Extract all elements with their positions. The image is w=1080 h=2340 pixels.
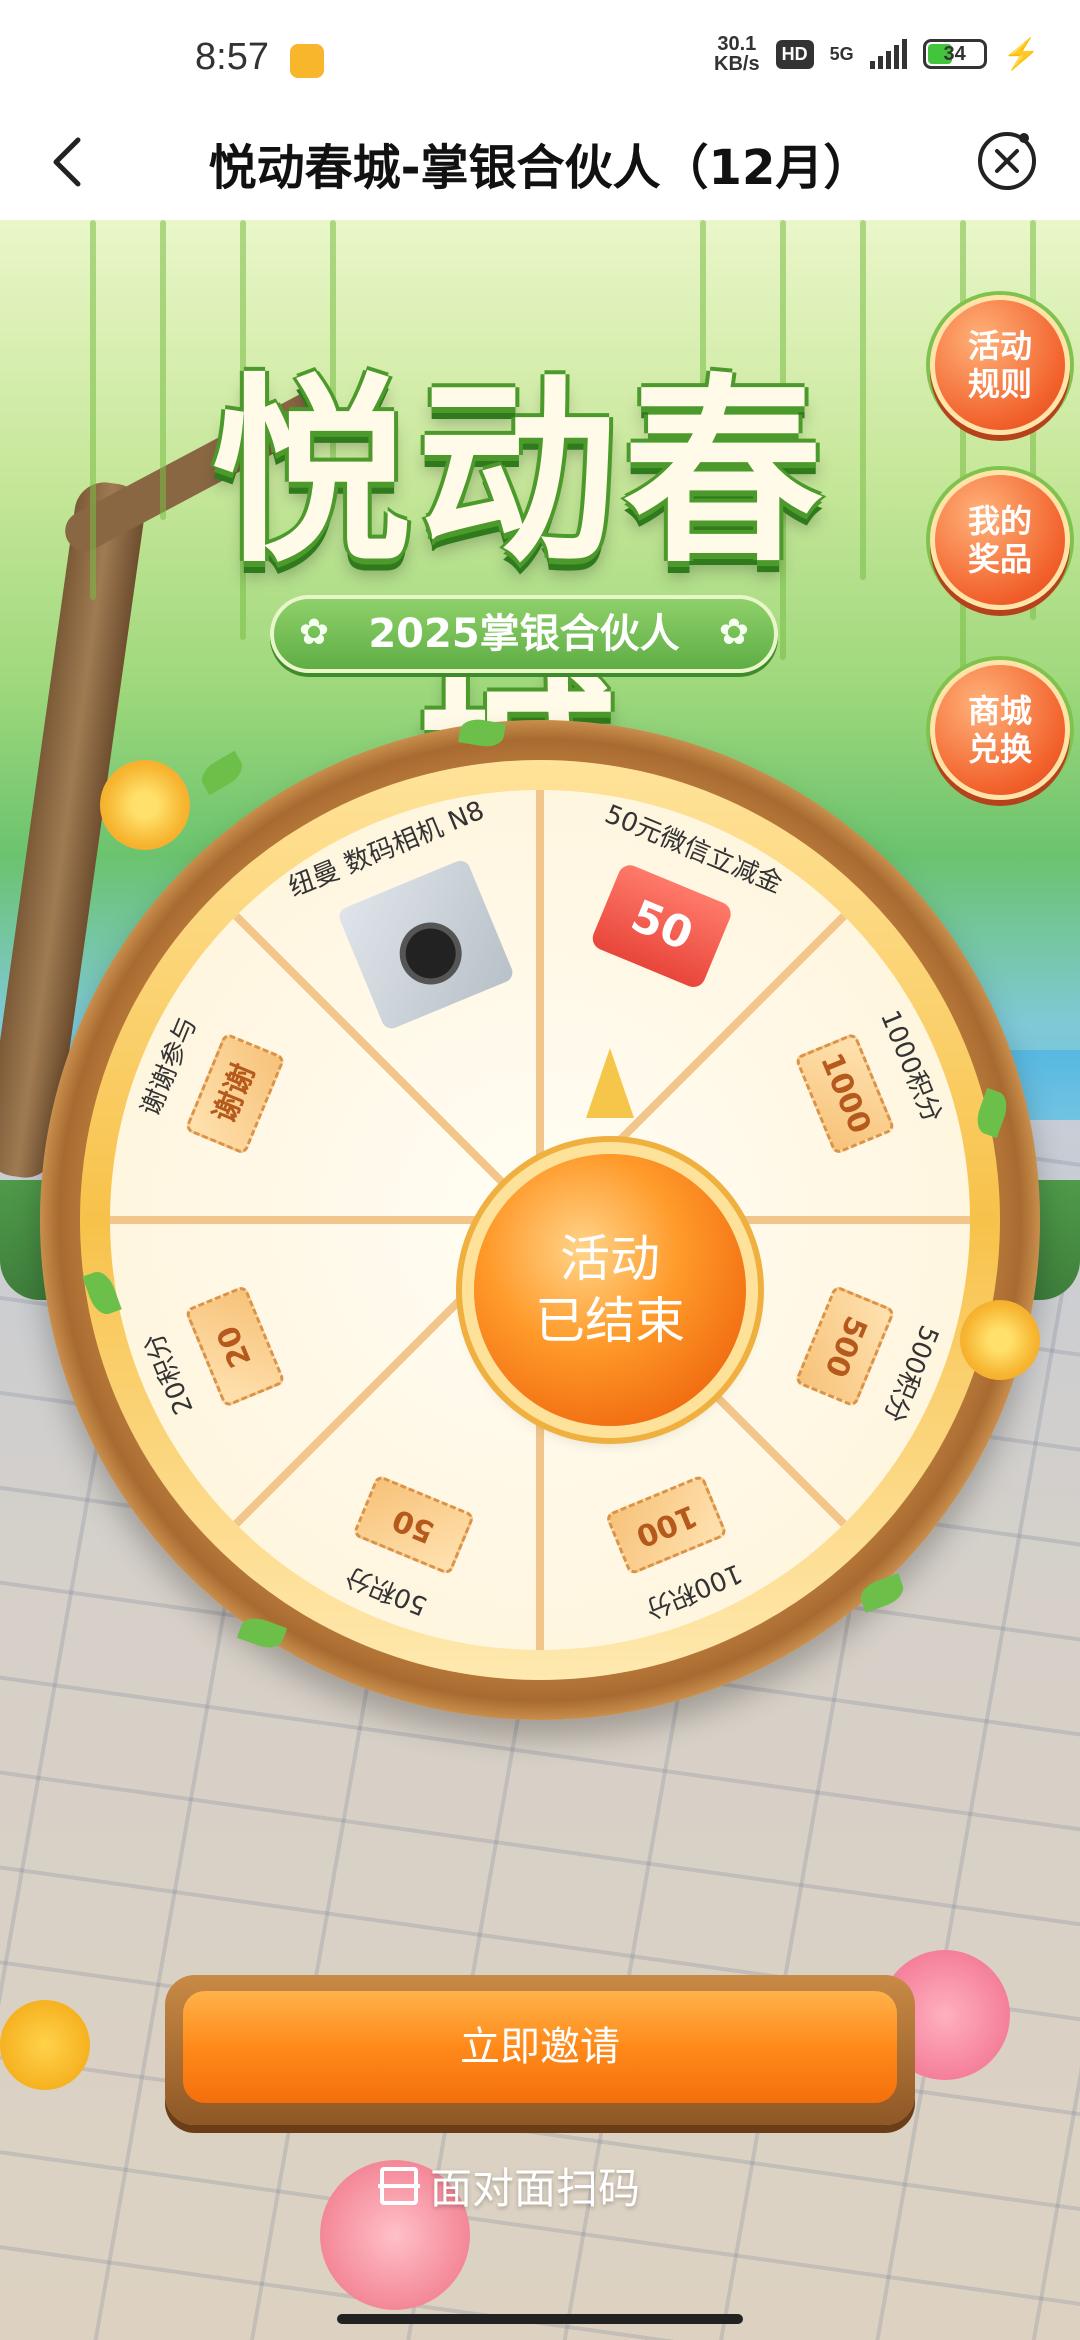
battery-level: 34 xyxy=(943,42,966,65)
willow-strand xyxy=(90,220,96,600)
flower-icon: ✿ xyxy=(718,612,750,653)
points-ticket: 50 xyxy=(352,1474,476,1576)
close-icon[interactable] xyxy=(974,128,1040,194)
hd-badge: HD xyxy=(775,39,814,69)
page-title: 悦动春城-掌银合伙人（12月） xyxy=(208,140,872,196)
flower-decoration xyxy=(960,1300,1040,1380)
network-speed-unit: KB/s xyxy=(714,53,760,75)
status-indicators: 30.1 KB/s HD 5G 34 ⚡ xyxy=(714,34,1040,74)
status-time: 8:57 xyxy=(195,36,269,78)
wheel-pointer xyxy=(586,1048,634,1118)
wheel-face: 50元微信立减金 50 1000积分 1000 500积分 500 100积分 … xyxy=(110,790,970,1650)
center-label-2: 已结束 xyxy=(535,1292,685,1350)
flower-decoration xyxy=(0,2000,90,2090)
leaf-decoration xyxy=(196,750,248,796)
thanks-ticket: 谢谢 xyxy=(184,1032,286,1156)
scan-icon xyxy=(378,2166,420,2205)
hero-subtitle-badge: ✿ 2025掌银合伙人 ✿ xyxy=(270,595,778,673)
scan-label: 面对面扫码 xyxy=(430,2164,641,2213)
notification-icon xyxy=(290,44,324,78)
nav-bar: 悦动春城-掌银合伙人（12月） xyxy=(0,110,1080,220)
voucher-badge: 50 xyxy=(589,861,735,991)
invite-button-label: 立即邀请 xyxy=(183,1991,897,2103)
status-bar: 8:57 30.1 KB/s HD 5G 34 ⚡ xyxy=(0,0,1080,120)
charging-icon: ⚡ xyxy=(1002,37,1040,71)
network-speed-value: 30.1 xyxy=(717,33,757,55)
face-to-face-scan-link[interactable]: 面对面扫码 xyxy=(378,2155,641,2216)
activity-rules-label-1: 活动 xyxy=(967,327,1032,365)
willow-strand xyxy=(960,220,966,700)
invite-button[interactable]: 立即邀请 xyxy=(165,1975,915,2125)
my-prizes-label-2: 奖品 xyxy=(967,540,1032,578)
camera-image xyxy=(336,857,516,1032)
points-ticket: 100 xyxy=(604,1474,728,1576)
home-indicator xyxy=(337,2314,743,2324)
activity-rules-button[interactable]: 活动 规则 xyxy=(930,295,1070,435)
center-label-1: 活动 xyxy=(560,1230,660,1288)
points-ticket: 20 xyxy=(184,1284,286,1408)
wheel-center-button[interactable]: 活动 已结束 xyxy=(474,1154,746,1426)
my-prizes-label-1: 我的 xyxy=(967,502,1032,540)
activity-rules-label-2: 规则 xyxy=(967,365,1032,403)
flower-icon: ✿ xyxy=(298,612,330,653)
my-prizes-button[interactable]: 我的 奖品 xyxy=(930,470,1070,610)
battery-icon: 34 xyxy=(922,39,987,69)
prize-wheel: 50元微信立减金 50 1000积分 1000 500积分 500 100积分 … xyxy=(40,716,1040,1720)
signal-icon xyxy=(869,39,907,69)
points-ticket: 1000 xyxy=(794,1032,896,1156)
flower-decoration xyxy=(100,760,190,850)
network-type: 5G xyxy=(829,43,854,64)
network-speed: 30.1 KB/s xyxy=(714,34,760,74)
hero-subtitle: 2025掌银合伙人 xyxy=(368,611,680,657)
points-ticket: 500 xyxy=(794,1284,896,1408)
